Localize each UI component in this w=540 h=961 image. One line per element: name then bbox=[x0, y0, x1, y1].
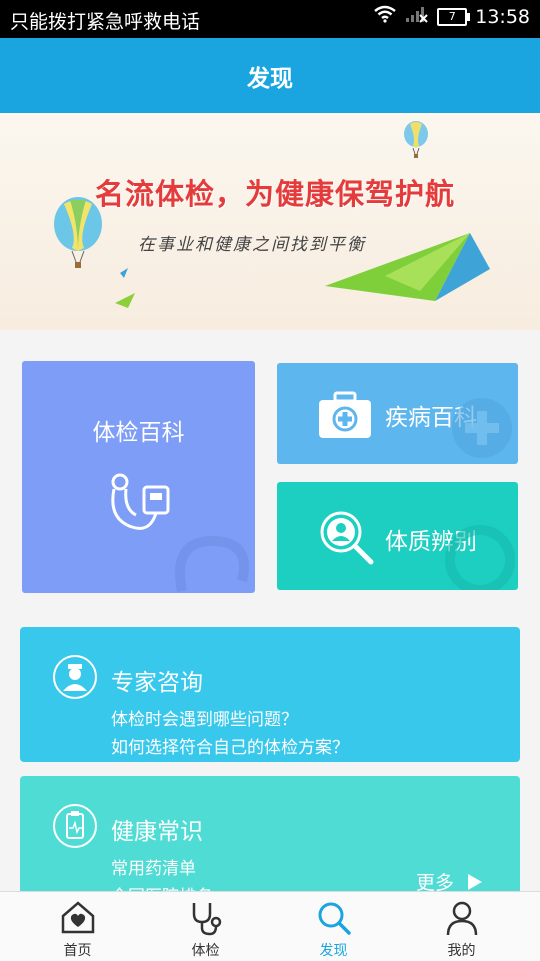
tab-discover[interactable]: 发现 bbox=[266, 892, 401, 961]
tab-mine[interactable]: 我的 bbox=[394, 892, 529, 961]
tab-checkup-label: 体检 bbox=[191, 943, 220, 959]
stethoscope-icon bbox=[192, 903, 221, 936]
tab-discover-label: 发现 bbox=[319, 943, 348, 959]
tab-home-label: 首页 bbox=[63, 943, 92, 959]
person-icon bbox=[446, 901, 477, 936]
tile-constitution-identify[interactable]: 体质辨别 bbox=[277, 482, 518, 590]
battery-icon: 7 bbox=[437, 7, 471, 26]
expert-consult-title: 专家咨询 bbox=[111, 670, 203, 696]
status-bar: 只能拨打紧急呼救电话 7 13:58 bbox=[0, 0, 540, 38]
bottom-tab-bar: 首页 体检 发现 我的 bbox=[0, 891, 540, 961]
small-balloon-icon bbox=[404, 121, 428, 158]
first-aid-kit-icon bbox=[319, 391, 371, 438]
doctor-icon bbox=[53, 655, 97, 699]
status-carrier-text: 只能拨打紧急呼救电话 bbox=[10, 11, 201, 33]
play-arrow-icon bbox=[468, 873, 482, 890]
health-knowledge-title: 健康常识 bbox=[111, 819, 203, 845]
magnifier-person-icon bbox=[320, 511, 374, 565]
expert-question-2[interactable]: 如何选择符合自己的体检方案？ bbox=[111, 733, 349, 758]
decorative-firstaid-watermark bbox=[452, 398, 512, 458]
paper-plane-icon bbox=[325, 233, 490, 301]
signal-icon bbox=[405, 5, 429, 28]
tile-checkup-encyclopedia[interactable]: 体检百科 bbox=[22, 361, 255, 593]
tile-checkup-label: 体检百科 bbox=[92, 420, 185, 446]
title-bar: 发现 bbox=[0, 38, 540, 113]
tab-checkup[interactable]: 体检 bbox=[138, 892, 273, 961]
clipboard-icon bbox=[53, 804, 97, 848]
health-item-1[interactable]: 常用药清单 bbox=[111, 854, 196, 879]
expert-question-1[interactable]: 体检时会遇到哪些问题？ bbox=[111, 705, 298, 730]
expert-consult-card[interactable]: 专家咨询 体检时会遇到哪些问题？ 如何选择符合自己的体检方案？ bbox=[20, 627, 520, 762]
promo-banner[interactable]: 名流体检，为健康保驾护航 在事业和健康之间找到平衡 bbox=[0, 113, 540, 330]
tab-mine-label: 我的 bbox=[447, 943, 476, 959]
page-title: 发现 bbox=[247, 65, 293, 92]
search-icon bbox=[318, 902, 351, 935]
home-heart-icon bbox=[61, 901, 94, 934]
status-time: 13:58 bbox=[475, 5, 530, 28]
status-icons: 7 13:58 bbox=[373, 5, 530, 28]
tile-disease-encyclopedia[interactable]: 疾病百科 bbox=[277, 363, 518, 464]
decorative-magnifier-watermark bbox=[445, 525, 515, 590]
wifi-icon bbox=[373, 5, 397, 28]
decorative-stethoscope-watermark bbox=[175, 535, 249, 592]
tab-home[interactable]: 首页 bbox=[10, 892, 145, 961]
confetti-icon bbox=[115, 268, 135, 308]
stethoscope-icon bbox=[111, 473, 170, 530]
banner-headline: 名流体检，为健康保驾护航 bbox=[95, 177, 456, 211]
